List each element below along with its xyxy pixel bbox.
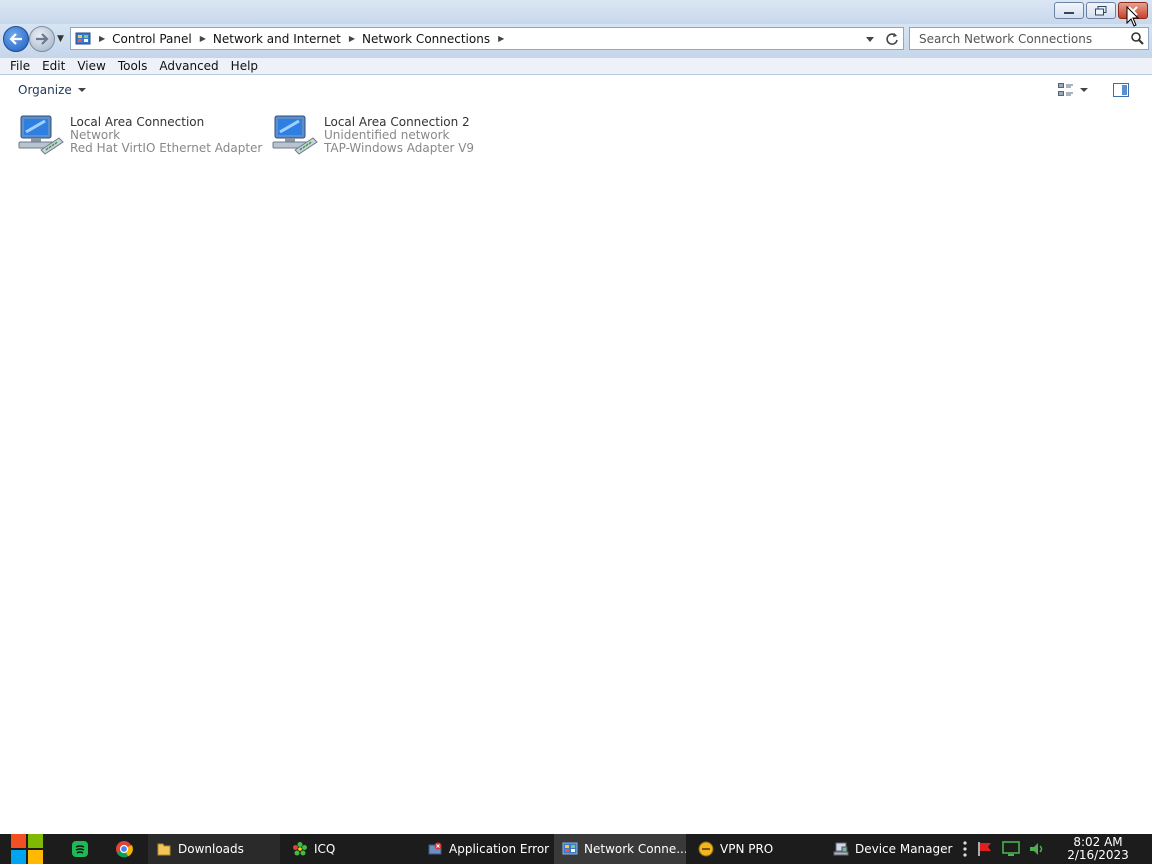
task-label: Network Conne... [584,842,686,856]
breadcrumb-separator-icon[interactable]: ▶ [99,34,105,43]
organize-label: Organize [18,83,72,97]
minimize-button[interactable] [1054,2,1084,19]
network-adapter-icon [272,115,318,155]
menu-edit[interactable]: Edit [36,59,71,73]
network-monitor-icon[interactable] [1002,841,1020,857]
search-input[interactable] [910,28,1120,49]
menu-bar: File Edit View Tools Advanced Help [0,58,1152,75]
minimize-icon [1064,11,1074,14]
clock-date: 2/16/2023 [1067,848,1129,862]
arrow-left-icon [9,33,22,45]
restore-button[interactable] [1086,2,1116,19]
overflow-dots-icon[interactable] [962,840,968,858]
connection-item[interactable]: Local Area Connection Network Red Hat Vi… [17,112,262,162]
volume-icon[interactable] [1028,841,1046,857]
taskbar-device-manager[interactable]: Device Manager [825,834,957,864]
mouse-pointer-icon [1126,6,1140,27]
task-label: Application Error [449,842,550,856]
task-label: Device Manager [855,842,953,856]
vpn-pro-icon [698,841,714,857]
taskbar: Downloads ICQ Application Error Network … [0,834,1152,864]
task-label: ICQ [314,842,336,856]
menu-file[interactable]: File [4,59,36,73]
restore-icon [1095,5,1107,15]
search-box[interactable] [909,27,1149,50]
chrome-icon[interactable] [115,840,133,858]
folder-icon [157,843,171,856]
breadcrumb-control-panel[interactable]: Control Panel [112,32,192,46]
change-view-button[interactable] [1058,83,1088,97]
device-manager-icon [833,842,849,856]
control-panel-icon [75,32,91,44]
icq-flower-icon [293,842,307,856]
system-tray [962,834,1046,864]
connection-adapter: TAP-Windows Adapter V9 [324,141,475,155]
windows-start-icon[interactable] [10,834,44,864]
control-panel-icon [562,842,578,855]
refresh-icon[interactable] [885,32,899,46]
taskbar-vpn-pro[interactable]: VPN PRO [690,834,822,864]
view-details-icon [1058,83,1073,96]
breadcrumb-separator-icon[interactable]: ▶ [200,34,206,43]
taskbar-downloads[interactable]: Downloads [148,834,280,864]
forward-button[interactable] [29,26,55,52]
breadcrumb-separator-icon[interactable]: ▶ [498,34,504,43]
taskbar-application-error[interactable]: Application Error [419,834,551,864]
search-icon[interactable] [1130,31,1144,45]
chevron-down-icon [77,88,86,92]
menu-advanced[interactable]: Advanced [153,59,224,73]
back-button[interactable] [3,26,29,52]
connection-adapter: Red Hat VirtIO Ethernet Adapter [70,141,263,155]
taskbar-clock[interactable]: 8:02 AM 2/16/2023 [1058,836,1138,862]
connections-pane: Local Area Connection Network Red Hat Vi… [0,104,1152,834]
breadcrumb-network-and-internet[interactable]: Network and Internet [213,32,341,46]
network-adapter-icon [18,115,64,155]
menu-tools[interactable]: Tools [112,59,154,73]
address-bar[interactable]: ▶ Control Panel ▶ Network and Internet ▶… [70,27,904,50]
task-label: VPN PRO [720,842,774,856]
breadcrumb-separator-icon[interactable]: ▶ [349,34,355,43]
recent-pages-dropdown[interactable]: ▼ [57,34,64,44]
connection-item[interactable]: Local Area Connection 2 Unidentified net… [271,112,474,162]
menu-help[interactable]: Help [225,59,264,73]
taskbar-network-connections[interactable]: Network Conne... [554,834,686,864]
preview-pane-icon[interactable] [1113,83,1129,97]
breadcrumb-network-connections[interactable]: Network Connections [362,32,490,46]
chevron-down-icon[interactable] [1080,88,1088,92]
arrow-right-icon [36,33,49,45]
address-dropdown-icon[interactable] [865,35,875,43]
spotify-icon[interactable] [71,840,89,858]
title-bar [0,0,1152,24]
command-bar: Organize [0,76,1152,104]
action-center-flag-icon[interactable] [976,841,994,857]
organize-button[interactable]: Organize [18,83,86,97]
menu-view[interactable]: View [71,59,111,73]
address-row: ▼ ▶ Control Panel ▶ Network and Internet… [0,24,1152,58]
taskbar-icq[interactable]: ICQ [284,834,416,864]
task-label: Downloads [178,842,244,856]
application-error-icon [428,842,442,855]
